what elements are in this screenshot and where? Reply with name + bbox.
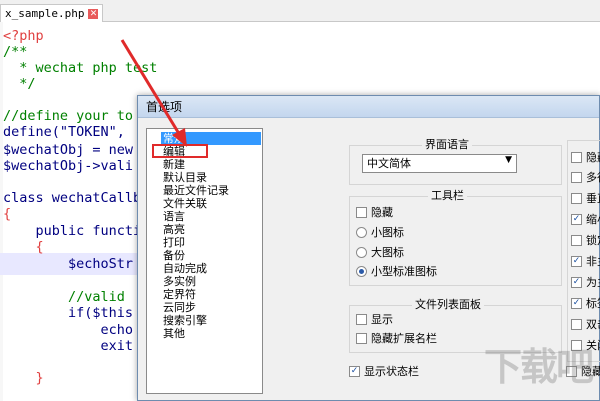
- category-item[interactable]: 文件关联: [163, 197, 207, 210]
- right-option[interactable]: ✓ 标签: [571, 296, 600, 310]
- right-option[interactable]: 双击: [571, 317, 600, 331]
- option-label: 非主: [586, 255, 600, 268]
- option-label: 隐藏: [371, 206, 393, 219]
- checkbox[interactable]: [571, 318, 582, 330]
- option-label: 小型标准图标: [371, 265, 437, 278]
- category-item[interactable]: 打印: [163, 236, 185, 249]
- checkbox[interactable]: [356, 206, 367, 218]
- code-line: */: [3, 76, 36, 92]
- right-option[interactable]: ✓ 缩小: [571, 212, 600, 226]
- checkbox-checked[interactable]: ✓: [571, 297, 582, 309]
- option-label: 缩小: [586, 213, 600, 226]
- checkbox-checked[interactable]: ✓: [571, 276, 582, 288]
- code-line: exit: [3, 338, 134, 354]
- code-line: define("TOKEN",: [3, 124, 134, 140]
- ui-language-select[interactable]: 中文简体 ▼: [362, 154, 517, 173]
- category-item[interactable]: 新建: [163, 158, 185, 171]
- ui-language-value: 中文简体: [367, 157, 411, 170]
- checkbox-checked[interactable]: ✓: [571, 255, 582, 267]
- category-item[interactable]: 搜索引擎: [163, 314, 207, 327]
- checkbox[interactable]: [571, 171, 582, 183]
- watermark-logo: 下载吧: [484, 345, 594, 389]
- toolbar-title: 工具栏: [428, 187, 467, 203]
- toolbar-large-icon-option[interactable]: 大图标: [356, 245, 404, 259]
- right-option[interactable]: ✓ 非主: [571, 254, 600, 268]
- chevron-down-icon: ▼: [505, 155, 512, 165]
- category-item[interactable]: 其他: [163, 327, 185, 340]
- category-item[interactable]: 自动完成: [163, 262, 207, 275]
- category-item[interactable]: 高亮: [163, 223, 185, 236]
- file-tab-label: x_sample.php: [5, 6, 85, 20]
- highlight-box: [152, 144, 208, 158]
- radio-button[interactable]: [356, 246, 367, 258]
- category-item[interactable]: 云同步: [163, 301, 196, 314]
- dialog-title: 首选项: [138, 96, 599, 118]
- option-label: 小图标: [371, 226, 404, 239]
- toolbar-small-icon-option[interactable]: 小图标: [356, 225, 404, 239]
- doc-list-show-option[interactable]: 显示: [356, 312, 393, 326]
- option-label: 锁定: [586, 234, 600, 247]
- option-label: 显示: [371, 313, 393, 326]
- category-item[interactable]: 备份: [163, 249, 185, 262]
- checkbox[interactable]: [356, 332, 367, 344]
- doc-list-hide-ext-option[interactable]: 隐藏扩展名栏: [356, 331, 437, 345]
- category-list[interactable]: 常规 编辑 新建 默认目录 最近文件记录 文件关联 语言 高亮 打印 备份 自动…: [146, 128, 263, 394]
- checkbox[interactable]: [571, 192, 582, 204]
- right-option[interactable]: 垂直: [571, 191, 600, 205]
- option-label: 标签: [586, 297, 600, 310]
- checkbox-checked[interactable]: ✓: [571, 213, 582, 225]
- checkbox[interactable]: [571, 234, 582, 246]
- option-label: 多行: [586, 171, 600, 184]
- right-option[interactable]: 多行: [571, 170, 600, 184]
- close-icon[interactable]: ✕: [88, 8, 99, 19]
- toolbar-small-standard-icon-option[interactable]: 小型标准图标: [356, 264, 437, 278]
- checkbox-checked[interactable]: ✓: [349, 365, 360, 377]
- checkbox[interactable]: [356, 313, 367, 325]
- toolbar-hide-option[interactable]: 隐藏: [356, 205, 393, 219]
- option-label: 隐藏扩展名栏: [371, 332, 437, 345]
- category-item[interactable]: 多实例: [163, 275, 196, 288]
- option-label: 为主: [586, 276, 600, 289]
- checkbox[interactable]: [571, 151, 582, 163]
- option-label: 垂直: [586, 192, 600, 205]
- right-option[interactable]: 隐藏: [571, 150, 600, 164]
- right-option[interactable]: 锁定: [571, 233, 600, 247]
- category-item[interactable]: 定界符: [163, 288, 196, 301]
- code-line: $echoStr: [3, 256, 134, 272]
- option-label: 显示状态栏: [364, 365, 419, 378]
- tab-bar: x_sample.php ✕: [0, 0, 600, 22]
- radio-button-selected[interactable]: [356, 265, 367, 277]
- code-line: }: [3, 370, 44, 386]
- category-item[interactable]: 最近文件记录: [163, 184, 229, 197]
- show-status-bar-option[interactable]: ✓ 显示状态栏: [349, 364, 419, 378]
- option-label: 隐藏: [586, 151, 600, 164]
- category-item[interactable]: 默认目录: [163, 171, 207, 184]
- doc-list-title: 文件列表面板: [412, 296, 484, 312]
- ui-language-title: 界面语言: [422, 136, 472, 152]
- category-item[interactable]: 语言: [163, 210, 185, 223]
- code-line: class wechatCallb: [3, 190, 142, 206]
- file-tab[interactable]: x_sample.php ✕: [0, 4, 104, 22]
- code-line: $wechatObj->vali: [3, 158, 134, 174]
- radio-button[interactable]: [356, 226, 367, 238]
- right-option[interactable]: ✓ 为主: [571, 275, 600, 289]
- option-label: 大图标: [371, 246, 404, 259]
- option-label: 双击: [586, 318, 600, 331]
